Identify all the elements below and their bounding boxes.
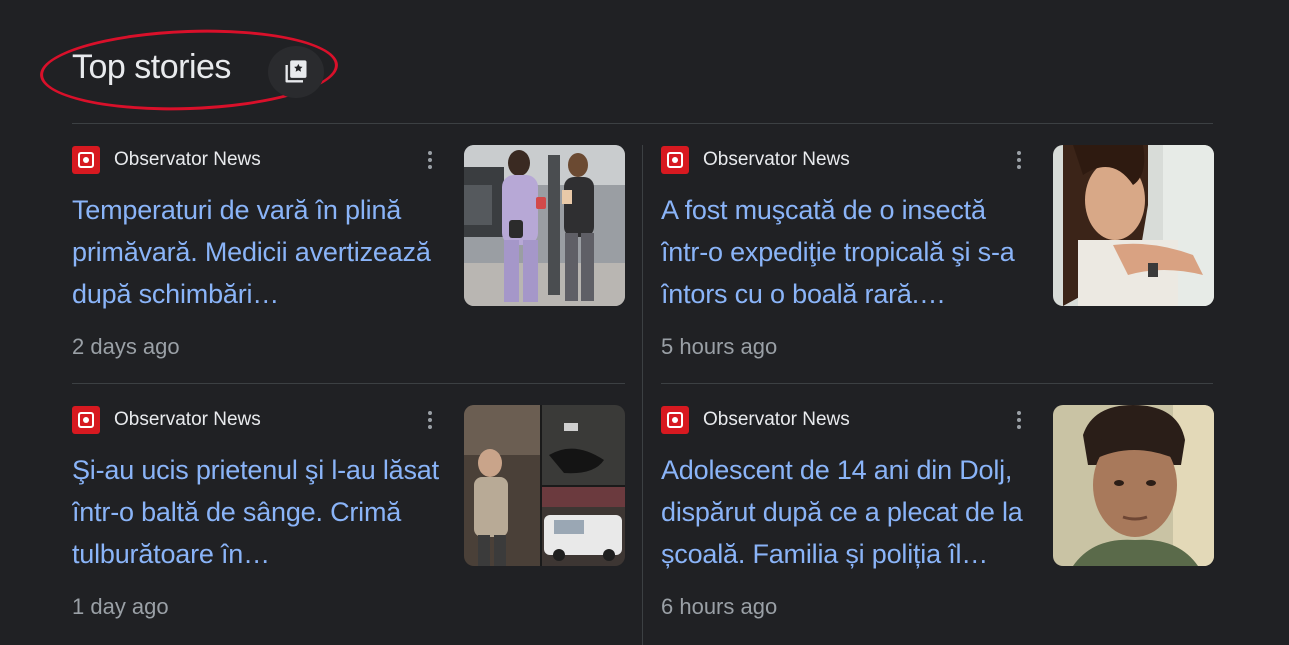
story-headline[interactable]: A fost muşcată de o insectă într-o exped…: [661, 189, 1039, 315]
story-headline[interactable]: Temperaturi de vară în plină primăvară. …: [72, 189, 450, 315]
source-name: Observator News: [703, 409, 850, 430]
source-name: Observator News: [114, 149, 261, 170]
top-stories-page: Top stories Observator News Temperaturi …: [0, 0, 1289, 645]
observator-logo-icon: [72, 406, 100, 434]
bookmark-star-icon: [285, 60, 307, 83]
more-options-icon[interactable]: [422, 145, 438, 175]
observator-logo-icon: [72, 146, 100, 174]
story-time: 5 hours ago: [661, 334, 778, 359]
story-thumbnail[interactable]: [1053, 405, 1214, 566]
story-time: 2 days ago: [72, 334, 180, 359]
story-thumbnail[interactable]: [1053, 145, 1214, 306]
story-card[interactable]: Observator News Şi-au ucis prietenul şi …: [72, 405, 625, 645]
story-source: Observator News: [72, 145, 261, 175]
story-source: Observator News: [661, 405, 850, 435]
story-time: 6 hours ago: [661, 594, 778, 619]
source-name: Observator News: [114, 409, 261, 430]
story-thumbnail[interactable]: [464, 405, 625, 566]
story-source: Observator News: [72, 405, 261, 435]
more-options-icon[interactable]: [422, 405, 438, 435]
observator-logo-icon: [661, 146, 689, 174]
section-title: Top stories: [72, 48, 231, 86]
save-stories-button[interactable]: [268, 46, 324, 98]
column-divider: [642, 145, 643, 645]
story-card[interactable]: Observator News Temperaturi de vară în p…: [72, 145, 625, 385]
observator-logo-icon: [661, 406, 689, 434]
story-headline[interactable]: Şi-au ucis prietenul şi l-au lăsat într-…: [72, 449, 450, 575]
story-thumbnail[interactable]: [464, 145, 625, 306]
story-time: 1 day ago: [72, 594, 169, 619]
story-card[interactable]: Observator News A fost muşcată de o inse…: [661, 145, 1214, 385]
story-card[interactable]: Observator News Adolescent de 14 ani din…: [661, 405, 1214, 645]
divider: [72, 123, 1213, 124]
story-source: Observator News: [661, 145, 850, 175]
more-options-icon[interactable]: [1011, 145, 1027, 175]
story-headline[interactable]: Adolescent de 14 ani din Dolj, dispărut …: [661, 449, 1039, 575]
more-options-icon[interactable]: [1011, 405, 1027, 435]
source-name: Observator News: [703, 149, 850, 170]
